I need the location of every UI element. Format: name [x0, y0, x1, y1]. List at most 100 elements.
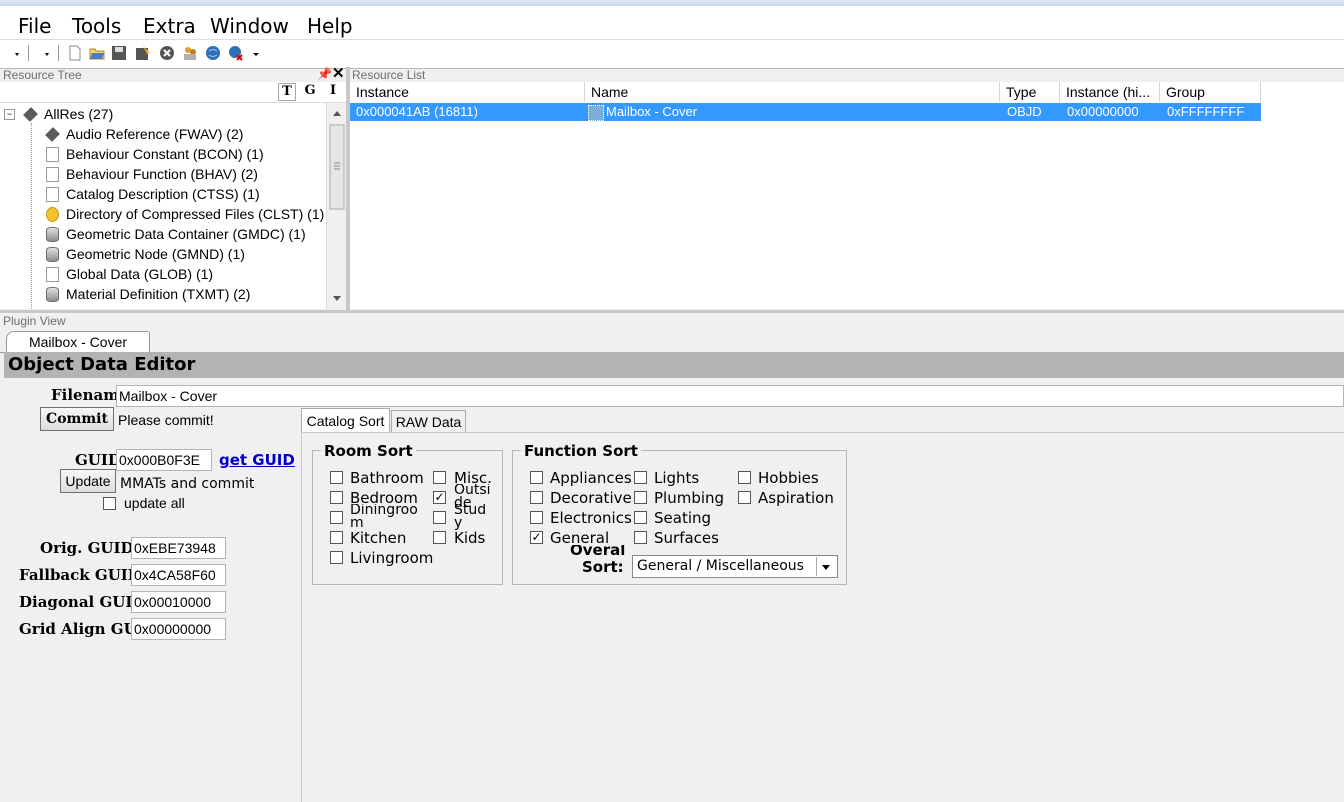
- users-icon[interactable]: [182, 45, 198, 61]
- grid-align-guid-label: Grid Align GUID: [19, 620, 131, 638]
- open-folder-icon[interactable]: [89, 45, 105, 61]
- tgi-t-button[interactable]: T: [278, 83, 296, 101]
- resource-tree-title: Resource Tree: [3, 68, 82, 82]
- guid-label: GUID: [75, 451, 121, 469]
- globe-icon[interactable]: [205, 45, 221, 61]
- menu-help[interactable]: Help: [307, 14, 353, 38]
- table-row[interactable]: 0x000041AB (16811) Mailbox - Cover OBJD …: [350, 103, 1261, 121]
- orig-guid-field[interactable]: 0xEBE73948: [131, 537, 226, 559]
- column-header-instance-hi[interactable]: Instance (hi...: [1060, 82, 1160, 102]
- chevron-down-icon[interactable]: [816, 557, 836, 576]
- column-header-group[interactable]: Group: [1160, 82, 1261, 102]
- checkbox-kitchen[interactable]: [330, 531, 343, 544]
- diagonal-guid-field[interactable]: 0x00010000: [131, 591, 226, 613]
- checkbox-seating[interactable]: [634, 511, 647, 524]
- checkbox-kids[interactable]: [433, 531, 446, 544]
- database-icon: [46, 287, 59, 302]
- resource-list-title: Resource List: [352, 68, 426, 82]
- checkbox-decorative[interactable]: [530, 491, 543, 504]
- horizontal-splitter[interactable]: [0, 310, 1344, 313]
- dropdown-arrow-icon[interactable]: [36, 45, 59, 61]
- overall-sort-select[interactable]: General / Miscellaneous: [632, 555, 838, 578]
- new-file-icon[interactable]: [67, 45, 83, 61]
- editor-title: Object Data Editor: [4, 352, 1344, 378]
- save-as-icon[interactable]: [135, 45, 151, 61]
- room-sort-title: Room Sort: [321, 442, 416, 460]
- menu-file[interactable]: File: [18, 14, 51, 38]
- fallback-guid-label: Fallback GUID: [19, 566, 131, 584]
- column-header-instance[interactable]: Instance: [350, 82, 585, 102]
- label-kids: Kids: [454, 529, 486, 547]
- checkbox-bedroom[interactable]: [330, 491, 343, 504]
- label-decorative: Decorative: [550, 489, 632, 507]
- pin-icon[interactable]: 📌: [317, 67, 332, 81]
- cell-group: 0xFFFFFFFF: [1167, 104, 1245, 119]
- checkbox-appliances[interactable]: [530, 471, 543, 484]
- mmats-text: MMATs and commit: [120, 476, 255, 492]
- cell-instance: 0x000041AB (16811): [356, 104, 478, 119]
- tree-item-label: Geometric Node (GMND) (1): [66, 246, 245, 262]
- tgi-g-button[interactable]: G: [301, 83, 319, 101]
- label-study: Study: [454, 504, 487, 530]
- tab-mailbox-cover[interactable]: Mailbox - Cover: [6, 331, 150, 353]
- toolbar: [0, 39, 1344, 69]
- close-circle-icon[interactable]: [159, 45, 175, 61]
- checkbox-study[interactable]: [433, 511, 446, 524]
- commit-status: Please commit!: [118, 412, 214, 428]
- guid-field[interactable]: 0x000B0F3E: [116, 449, 212, 471]
- globe-remove-icon[interactable]: [228, 45, 244, 61]
- overall-sort-label-line2: Sort:: [582, 558, 624, 576]
- checkbox-aspiration[interactable]: [738, 491, 751, 504]
- menu-window[interactable]: Window: [210, 14, 289, 38]
- checkbox-lights[interactable]: [634, 471, 647, 484]
- filename-field[interactable]: Mailbox - Cover: [116, 385, 1344, 407]
- tab-catalog-sort[interactable]: Catalog Sort: [301, 408, 390, 433]
- function-sort-title: Function Sort: [521, 442, 641, 460]
- column-header-name[interactable]: Name: [585, 82, 1000, 102]
- label-surfaces: Surfaces: [654, 529, 719, 547]
- checkbox-bathroom[interactable]: [330, 471, 343, 484]
- checkbox-diningroom[interactable]: [330, 511, 343, 524]
- close-icon[interactable]: ✕: [332, 64, 345, 82]
- get-guid-link[interactable]: get GUID: [219, 451, 295, 469]
- update-all-label: update all: [124, 495, 185, 511]
- checkbox-surfaces[interactable]: [634, 531, 647, 544]
- document-icon: [46, 167, 59, 182]
- label-bathroom: Bathroom: [350, 469, 424, 487]
- checkbox-outside[interactable]: ✓: [433, 491, 446, 504]
- label-livingroom: Livingroom: [350, 549, 434, 567]
- menu-extra[interactable]: Extra: [143, 14, 196, 38]
- filename-label: Filename: [51, 386, 116, 404]
- checkbox-misc[interactable]: [433, 471, 446, 484]
- document-icon: [46, 267, 59, 282]
- label-kitchen: Kitchen: [350, 529, 407, 547]
- grid-align-guid-field[interactable]: 0x00000000: [131, 618, 226, 640]
- checkbox-plumbing[interactable]: [634, 491, 647, 504]
- tree-item-label: Global Data (GLOB) (1): [66, 266, 214, 282]
- star-icon: [46, 207, 59, 222]
- menu-tools[interactable]: Tools: [72, 14, 121, 38]
- dropdown-arrow-icon[interactable]: [6, 45, 29, 61]
- checkbox-hobbies[interactable]: [738, 471, 751, 484]
- label-seating: Seating: [654, 509, 712, 527]
- object-icon: [588, 105, 604, 121]
- update-all-checkbox[interactable]: [103, 497, 116, 510]
- fallback-guid-field[interactable]: 0x4CA58F60: [131, 564, 226, 586]
- cell-name: Mailbox - Cover: [606, 104, 698, 119]
- tree-line: [31, 123, 32, 309]
- collapse-icon[interactable]: −: [4, 109, 15, 120]
- update-button[interactable]: Update: [60, 469, 116, 493]
- tgi-bar: T G I: [0, 82, 346, 103]
- label-hobbies: Hobbies: [758, 469, 819, 487]
- checkbox-livingroom[interactable]: [330, 551, 343, 564]
- commit-button[interactable]: Commit: [40, 407, 114, 431]
- checkbox-electronics[interactable]: [530, 511, 543, 524]
- dropdown-arrow-icon[interactable]: [250, 45, 262, 61]
- checkbox-general[interactable]: ✓: [530, 531, 543, 544]
- tgi-i-button[interactable]: I: [324, 83, 342, 101]
- tree-scrollbar[interactable]: [326, 103, 347, 309]
- tab-raw-data[interactable]: RAW Data: [391, 410, 466, 433]
- save-icon[interactable]: [111, 45, 127, 61]
- column-header-type[interactable]: Type: [1000, 82, 1060, 102]
- label-electronics: Electronics: [550, 509, 632, 527]
